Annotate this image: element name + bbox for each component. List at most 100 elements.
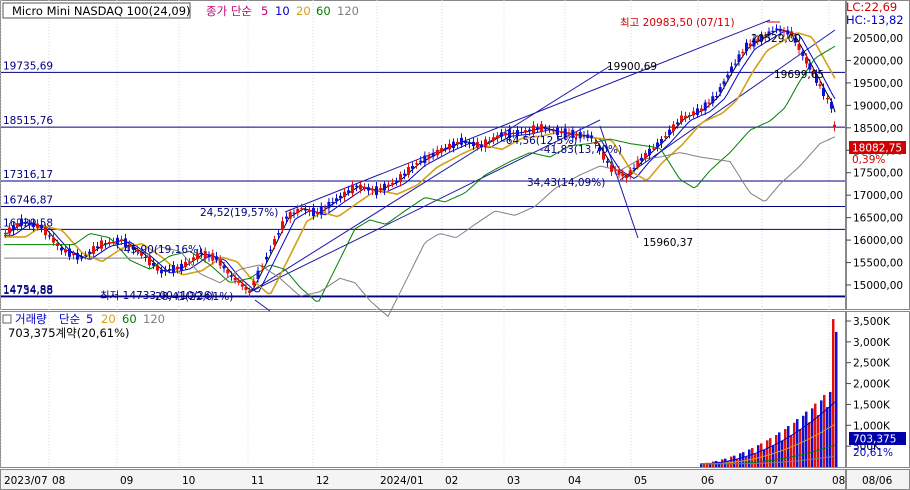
volume-bar <box>751 448 754 467</box>
price-tick-label: 19500,00 <box>853 78 903 90</box>
volume-bar <box>817 415 820 467</box>
candle-body <box>524 130 527 133</box>
candle-body <box>269 249 272 251</box>
candle-body <box>351 184 354 194</box>
chart-title: Micro Mini NASDAQ 100(24,09) <box>12 4 191 18</box>
candle-body <box>617 170 621 176</box>
volume-bar <box>733 455 736 467</box>
range-2: -45,90(19,16%) <box>120 244 202 256</box>
candle-body <box>359 184 362 190</box>
price-tick-label: 16000,00 <box>853 235 903 247</box>
candle-body <box>496 135 499 139</box>
time-label: 12 <box>316 475 329 487</box>
candle-body <box>707 102 711 104</box>
candle-body <box>737 54 741 63</box>
range-4: -41,83(13,70%) <box>540 144 622 156</box>
candle-body <box>248 290 251 293</box>
ma-period-120[interactable]: 120 <box>337 4 359 18</box>
candle-body <box>586 134 590 139</box>
volume-ma-60[interactable]: 60 <box>122 312 137 326</box>
candle-body <box>664 136 667 138</box>
volume-ma-120[interactable]: 120 <box>143 312 165 326</box>
candle-body <box>285 216 288 219</box>
price-tick-label: 16500,00 <box>853 213 903 225</box>
candle-body <box>367 187 370 191</box>
candle-body <box>590 135 593 139</box>
candle-body <box>520 131 523 133</box>
volume-tick-label: 3,500K <box>853 316 891 328</box>
candle-body <box>472 141 475 147</box>
volume-title-box[interactable] <box>2 314 12 324</box>
volume-ma-20[interactable]: 20 <box>101 312 116 326</box>
candle-body <box>32 222 35 228</box>
candle-body <box>331 201 335 203</box>
candle-body <box>36 223 39 228</box>
volume-bar <box>730 456 733 467</box>
candle-body <box>444 148 447 150</box>
price-19900: 19900,69 <box>607 61 657 73</box>
ma-period-60[interactable]: 60 <box>316 4 331 18</box>
candle-body <box>76 252 79 260</box>
candle-body <box>375 186 378 196</box>
time-label: 07 <box>765 475 778 487</box>
candle-body <box>668 129 671 135</box>
time-label: 04 <box>568 475 582 487</box>
price-panel <box>0 0 846 310</box>
candle-body <box>312 207 315 217</box>
candle-body <box>327 201 331 209</box>
candle-body <box>700 108 703 112</box>
candle-body <box>733 63 737 65</box>
candle-body <box>640 157 643 161</box>
candle-body <box>48 235 51 237</box>
candle-body <box>726 74 730 78</box>
volume-bar <box>829 391 832 467</box>
candle-body <box>60 247 63 251</box>
range-1: 24,52(19,57%) <box>200 207 278 219</box>
candle-body <box>273 239 276 245</box>
candle-body <box>160 269 163 274</box>
candle-body <box>180 263 183 271</box>
candle-body <box>68 248 71 257</box>
candle-body <box>528 129 531 132</box>
candle-body <box>613 170 617 172</box>
ma-period-10[interactable]: 10 <box>275 4 290 18</box>
candle-body <box>237 281 241 283</box>
ma-period-5[interactable]: 5 <box>261 4 268 18</box>
candle-body <box>544 128 547 130</box>
volume-bar <box>772 445 775 467</box>
candle-body <box>184 261 187 267</box>
candle-body <box>621 173 625 177</box>
candle-body <box>692 111 695 116</box>
candle-body <box>383 183 386 191</box>
candle-body <box>304 209 307 211</box>
candle-body <box>775 28 778 30</box>
candle-body <box>407 167 410 175</box>
candle-body <box>711 96 715 104</box>
volume-tick-label: 1,000K <box>853 420 891 432</box>
candle-body <box>260 266 264 268</box>
candle-body <box>56 243 59 246</box>
candle-body <box>656 142 659 148</box>
candle-body <box>252 281 256 286</box>
candle-body <box>288 212 292 219</box>
candle-body <box>176 266 179 270</box>
candle-body <box>805 57 808 64</box>
volume-bar <box>712 461 715 467</box>
candle-body <box>696 108 699 115</box>
price-chart[interactable]: 19735,6918515,7617316,1716746,8716239,58… <box>0 0 910 490</box>
volume-ma-5[interactable]: 5 <box>86 312 93 326</box>
candle-body <box>435 149 439 156</box>
volume-tick-label: 1,500K <box>853 399 891 411</box>
time-label: 2024/01 <box>380 475 424 487</box>
candle-body <box>476 142 479 148</box>
volume-badge-value: 703,375 <box>853 434 896 446</box>
candle-body <box>112 241 115 243</box>
ma-period-20[interactable]: 20 <box>296 4 311 18</box>
time-label: 03 <box>507 475 520 487</box>
time-label: 11 <box>251 475 264 487</box>
candle-body <box>218 259 222 266</box>
candle-body <box>688 114 691 116</box>
candle-body <box>532 125 535 134</box>
volume-current: 703,375계약(20,61%) <box>8 326 130 340</box>
candle-body <box>240 284 244 287</box>
